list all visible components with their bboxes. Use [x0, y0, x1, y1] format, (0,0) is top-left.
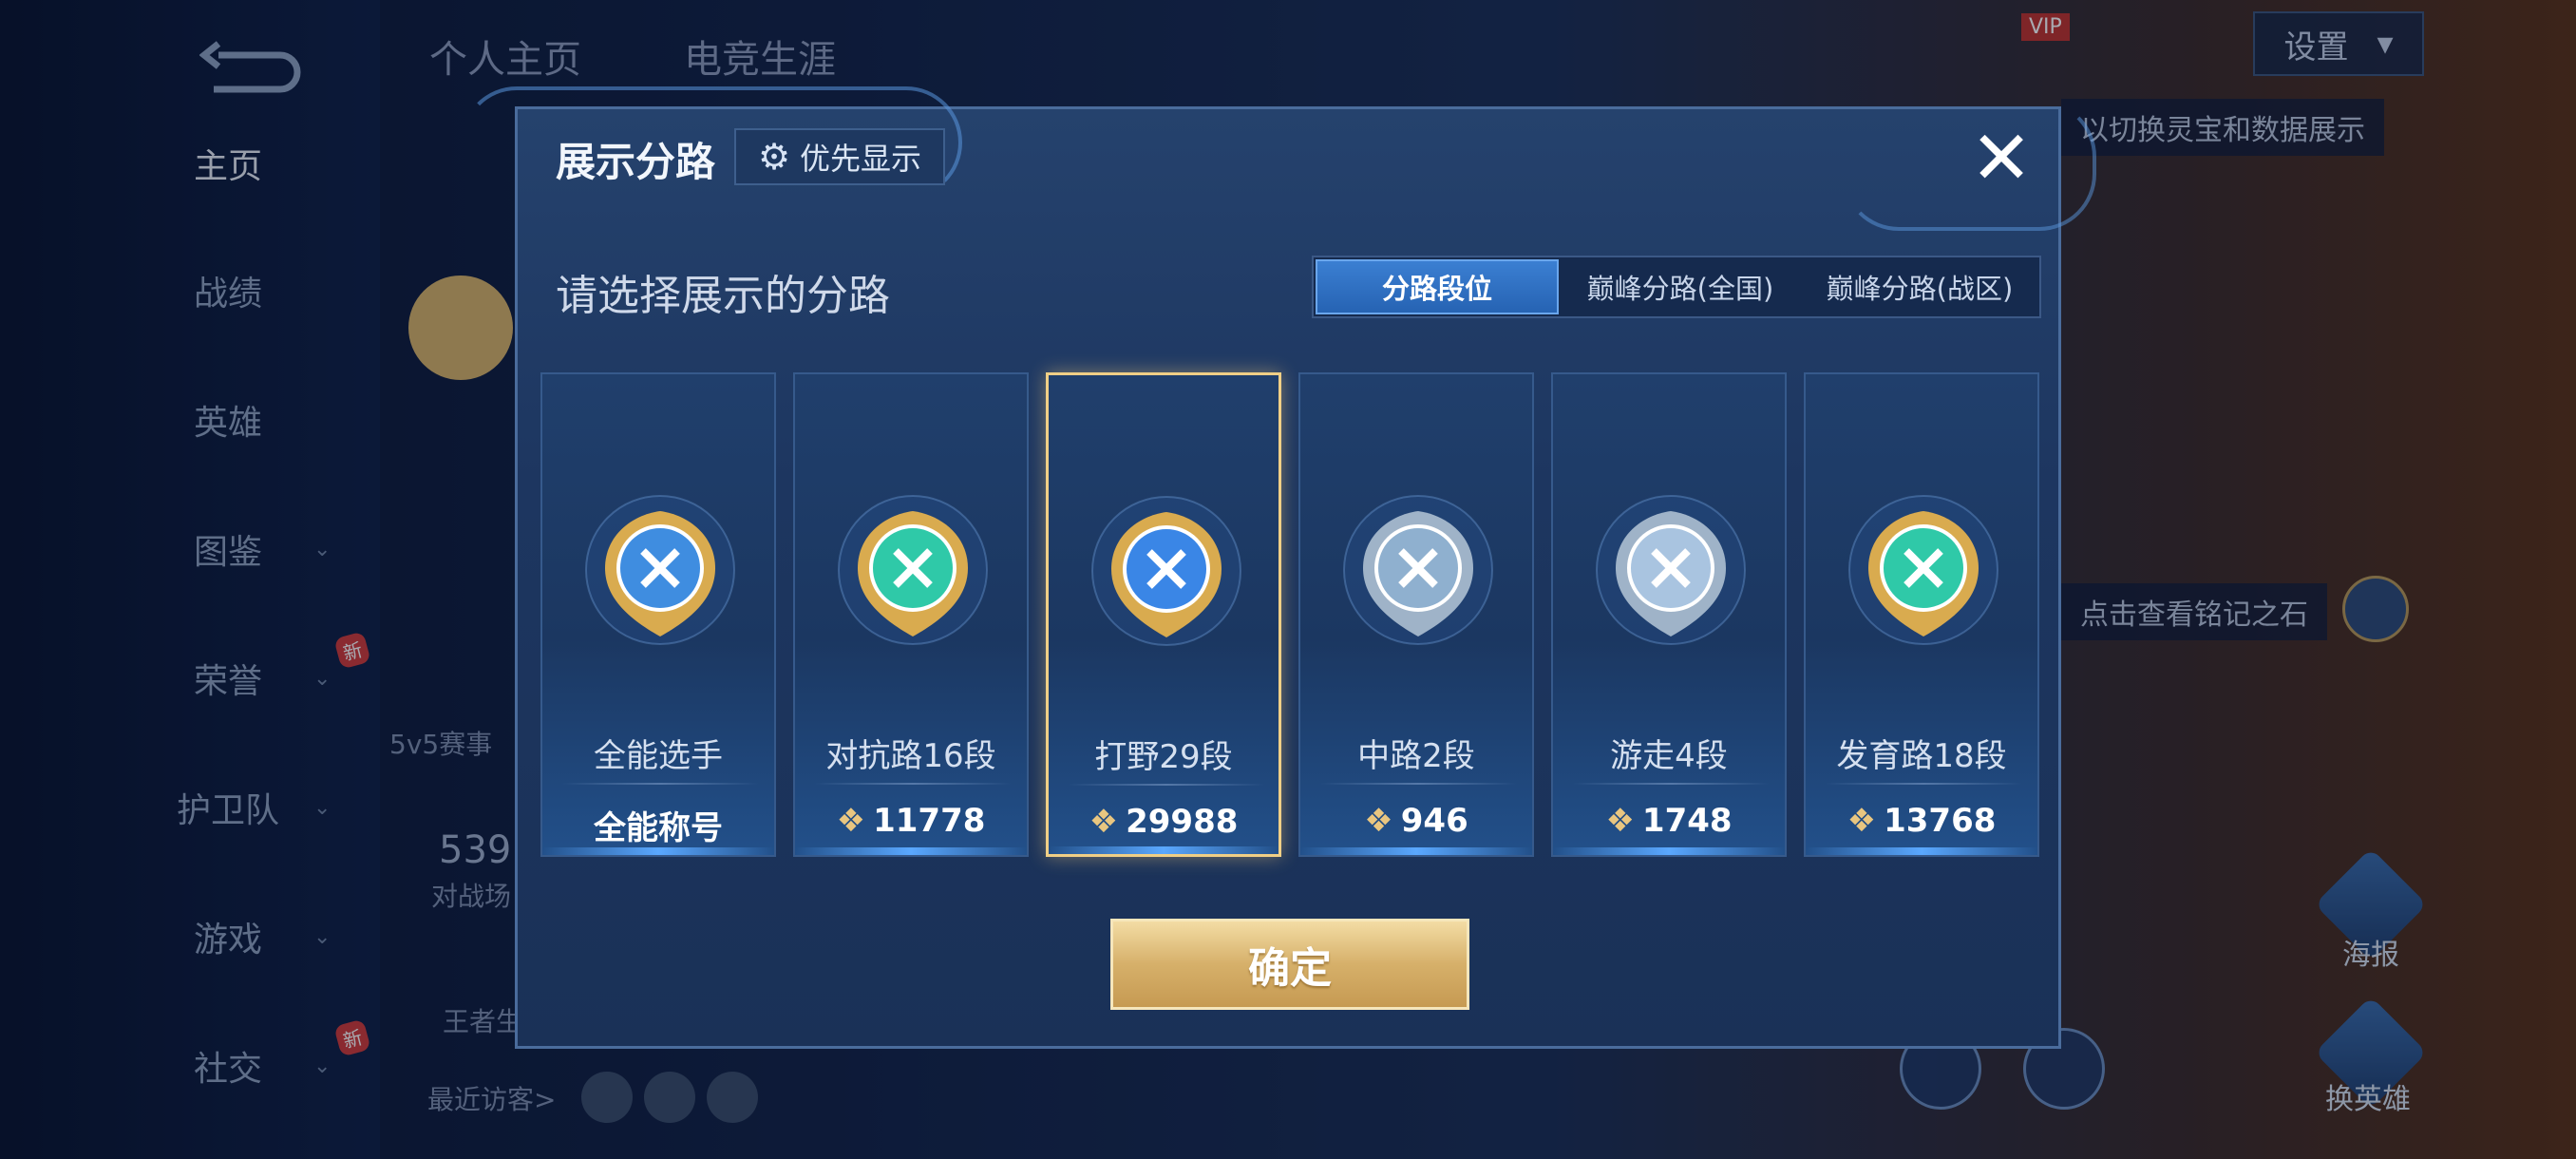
farm-lane-emblem-icon: [1848, 495, 1998, 645]
dialog-subtitle: 请选择展示的分路: [556, 272, 890, 320]
lane-card-name: 对抗路16段: [825, 737, 996, 775]
rank-points-icon: ❖: [1605, 802, 1635, 840]
divider: [1572, 783, 1770, 785]
card-bottom-glow: [1806, 847, 2037, 855]
lane-card[interactable]: 打野29段 ❖ 29988: [1046, 372, 1281, 857]
lane-card[interactable]: 发育路18段 ❖ 13768: [1804, 372, 2039, 857]
divider: [1825, 783, 2022, 785]
lane-type-tabs: 分路段位 巅峰分路(全国) 巅峰分路(战区): [1312, 256, 2041, 318]
lane-card[interactable]: 游走4段 ❖ 1748: [1551, 372, 1787, 857]
rank-points-icon: ❖: [1089, 803, 1119, 841]
tab-lane-type[interactable]: 巅峰分路(全国): [1561, 257, 1800, 316]
lane-display-dialog: 展示分路 ⚙ 优先显示 ✕ 请选择展示的分路 分路段位 巅峰分路(全国) 巅峰分路(…: [461, 86, 2096, 1049]
lane-card[interactable]: 中路2段 ❖ 946: [1298, 372, 1534, 857]
tab-lane-type[interactable]: 巅峰分路(战区): [1800, 257, 2039, 316]
card-bottom-glow: [795, 847, 1027, 855]
lane-card-value: 29988: [1126, 803, 1239, 841]
gear-icon: ⚙: [757, 136, 791, 178]
lane-card-value: 946: [1400, 802, 1468, 840]
card-bottom-glow: [1553, 847, 1785, 855]
tab-lane-type[interactable]: 分路段位: [1316, 259, 1559, 314]
lane-card-score: ❖ 946: [1300, 802, 1532, 840]
card-bottom-glow: [542, 847, 774, 855]
lane-card-score: ❖ 11778: [795, 802, 1027, 840]
rank-points-icon: ❖: [1847, 802, 1877, 840]
lane-card-score: ❖ 1748: [1553, 802, 1785, 840]
card-bottom-glow: [1049, 846, 1279, 854]
rank-points-icon: ❖: [836, 802, 866, 840]
divider: [1319, 783, 1517, 785]
divider: [814, 783, 1012, 785]
lane-card-name: 游走4段: [1610, 737, 1728, 775]
lane-card[interactable]: 对抗路16段 ❖ 11778: [793, 372, 1029, 857]
lane-card-score: ❖ 29988: [1049, 803, 1279, 841]
lane-card-value: 11778: [873, 802, 986, 840]
lane-card-list: 全能选手 全能称号 对抗路16段 ❖ 11778 打野29段 ❖ 29988 中路2段 ❖ 946 游…: [540, 372, 2041, 859]
roam-emblem-icon: [1596, 495, 1746, 645]
lane-card[interactable]: 全能选手 全能称号: [540, 372, 776, 857]
priority-display-button[interactable]: ⚙ 优先显示: [734, 128, 945, 185]
lane-card-score: ❖ 13768: [1806, 802, 2037, 840]
mid-lane-emblem-icon: [1343, 495, 1493, 645]
dialog-title: 展示分路: [556, 139, 716, 185]
all-round-emblem-icon: [585, 495, 735, 645]
clash-lane-emblem-icon: [838, 495, 988, 645]
lane-card-value: 1748: [1641, 802, 1733, 840]
lane-card-name: 打野29段: [1094, 738, 1233, 776]
lane-card-name: 发育路18段: [1836, 737, 2007, 775]
divider: [561, 783, 759, 785]
lane-card-value: 全能称号: [594, 809, 723, 847]
priority-display-label: 优先显示: [800, 141, 922, 177]
jungle-emblem-icon: [1091, 496, 1241, 646]
close-icon[interactable]: ✕: [1963, 121, 2039, 197]
rank-points-icon: ❖: [1364, 802, 1393, 840]
confirm-button[interactable]: 确定: [1110, 919, 1469, 1010]
card-bottom-glow: [1300, 847, 1532, 855]
lane-card-score: 全能称号: [542, 802, 774, 848]
lane-card-name: 全能选手: [594, 737, 723, 775]
lane-card-value: 13768: [1884, 802, 1997, 840]
divider: [1068, 784, 1265, 786]
lane-card-name: 中路2段: [1357, 737, 1475, 775]
